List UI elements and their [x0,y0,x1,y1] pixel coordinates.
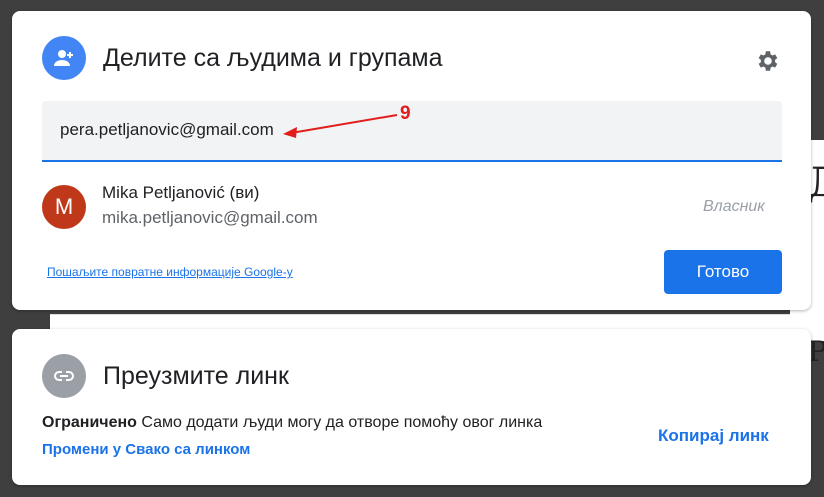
restricted-description: Само додати људи могу да отворе помоћу о… [141,414,543,431]
change-access-link[interactable]: Промени у Свако са линком [42,441,250,458]
avatar: M [42,185,86,229]
link-access-description: Ограничено Само додати људи могу да отво… [42,414,542,432]
link-icon [42,354,86,398]
user-email: mika.petljanovic@gmail.com [102,208,318,227]
user-name: Mika Petljanović (ви) [102,183,260,202]
get-link-title: Преузмите линк [103,362,289,390]
owner-role-label: Власник [703,198,765,215]
copy-link-button[interactable]: Копирај линк [658,426,769,446]
share-with-people-panel: Делите са људима и групама 9 M Mika Petl… [12,11,811,310]
done-button[interactable]: Готово [664,250,782,294]
gear-icon[interactable] [752,46,782,76]
get-link-panel: Преузмите линк Ограничено Само додати љу… [12,329,811,485]
share-panel-title: Делите са људима и групама [103,44,443,72]
person-add-icon [42,36,86,80]
annotation-number: 9 [400,103,411,124]
send-feedback-link[interactable]: Пошаљите повратне информације Google-у [47,265,293,279]
restricted-label: Ограничено [42,414,137,431]
